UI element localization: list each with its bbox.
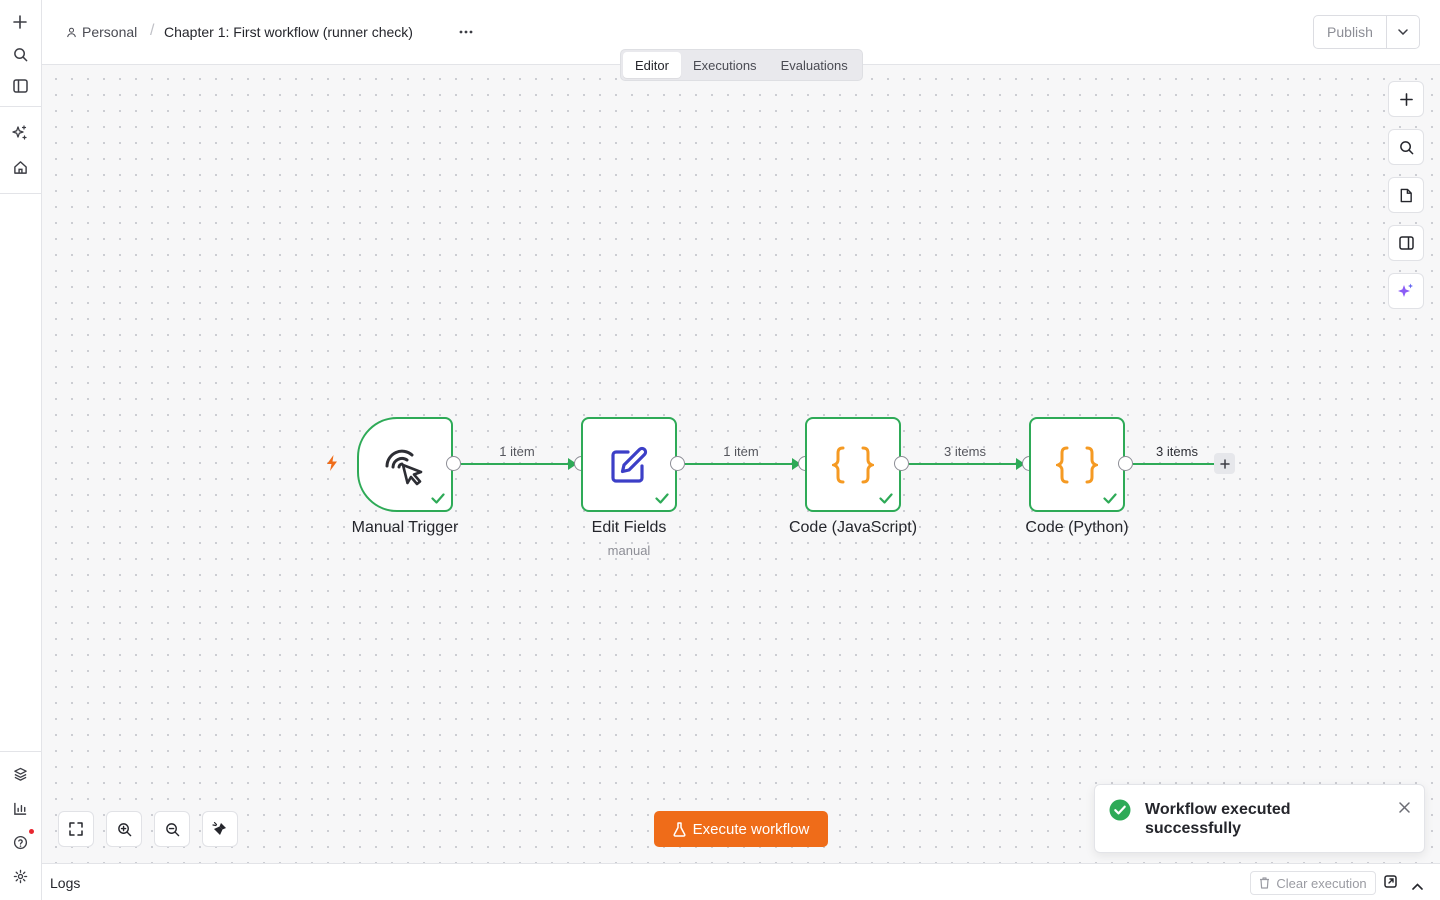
- add-node-button[interactable]: [1388, 81, 1424, 117]
- connection-line[interactable]: [909, 463, 1017, 465]
- chevron-down-icon: [1398, 29, 1408, 35]
- zoom-in-icon: [117, 822, 131, 836]
- connection-label: 1 item: [723, 444, 759, 459]
- workflow-title[interactable]: Chapter 1: First workflow (runner check): [164, 24, 413, 40]
- breadcrumb-separator: /: [150, 22, 155, 39]
- user-icon: [67, 27, 76, 37]
- tab-evaluations[interactable]: Evaluations: [769, 52, 860, 78]
- trigger-bolt-icon: [325, 454, 339, 477]
- code-braces-icon: [1056, 446, 1098, 483]
- toast-message: Workflow executed successfully: [1145, 801, 1291, 837]
- notification-dot: [29, 829, 34, 834]
- search-nodes-button[interactable]: [1388, 129, 1424, 165]
- publish-group: Publish: [1313, 15, 1420, 49]
- left-sidebar: [0, 0, 42, 900]
- output-port[interactable]: [894, 456, 909, 471]
- tab-executions[interactable]: Executions: [681, 52, 769, 78]
- connection-label: 3 items: [944, 444, 986, 459]
- clear-execution-button[interactable]: Clear execution: [1250, 871, 1376, 895]
- sticky-note-icon: [1400, 188, 1412, 202]
- sticky-note-button[interactable]: [1388, 177, 1424, 213]
- broom-icon: [212, 821, 226, 835]
- plus-icon: [1399, 92, 1413, 106]
- zoom-in-button[interactable]: [106, 811, 142, 847]
- help-icon[interactable]: [9, 831, 31, 853]
- tidy-up-button[interactable]: [202, 811, 238, 847]
- clear-execution-label: Clear execution: [1276, 875, 1367, 891]
- fullscreen-icon: [69, 822, 83, 836]
- publish-button[interactable]: Publish: [1314, 16, 1387, 48]
- sidebar-toggle-icon[interactable]: [9, 75, 31, 97]
- templates-icon[interactable]: [9, 763, 31, 785]
- ai-assistant-button[interactable]: [1388, 273, 1424, 309]
- cursor-click-icon: [385, 449, 423, 485]
- project-name: Personal: [82, 24, 138, 40]
- plus-icon: [1219, 458, 1230, 469]
- execute-workflow-button[interactable]: Execute workflow: [654, 811, 828, 847]
- chevron-up-icon[interactable]: [1412, 877, 1423, 895]
- connection-label: 3 items: [1156, 444, 1198, 459]
- view-tabs: Editor Executions Evaluations: [620, 49, 863, 81]
- search-icon[interactable]: [9, 43, 31, 65]
- node-label: Manual Trigger: [351, 519, 459, 536]
- workflow-canvas[interactable]: Manual Trigger 1 item Edit Fields manual…: [42, 65, 1440, 863]
- home-icon[interactable]: [9, 156, 31, 178]
- ai-sparkle-icon: [1398, 283, 1413, 297]
- node-manual-trigger[interactable]: [357, 417, 453, 512]
- panel-icon: [1398, 236, 1414, 250]
- logs-title: Logs: [50, 875, 81, 891]
- insights-chart-icon[interactable]: [9, 797, 31, 819]
- connection-line[interactable]: [685, 463, 793, 465]
- trash-icon: [1260, 877, 1270, 889]
- flask-icon: [673, 821, 686, 837]
- success-check-icon: [879, 493, 893, 504]
- code-braces-icon: [832, 446, 874, 483]
- ai-sparkle-icon[interactable]: [9, 122, 31, 144]
- search-icon: [1399, 140, 1413, 154]
- add-next-node-button[interactable]: [1214, 453, 1235, 474]
- fit-view-button[interactable]: [58, 811, 94, 847]
- success-check-icon: [1103, 493, 1117, 504]
- execute-workflow-label: Execute workflow: [692, 820, 810, 838]
- connection-line[interactable]: [461, 463, 569, 465]
- output-port[interactable]: [670, 456, 685, 471]
- zoom-out-icon: [165, 822, 179, 836]
- success-check-icon: [655, 493, 669, 504]
- node-code-javascript[interactable]: [805, 417, 901, 512]
- node-edit-fields[interactable]: [581, 417, 677, 512]
- pop-out-icon[interactable]: [1384, 875, 1397, 893]
- success-circle-icon: [1109, 799, 1131, 821]
- close-icon[interactable]: [1399, 802, 1410, 813]
- success-toast: Workflow executed successfully: [1094, 784, 1425, 853]
- output-port[interactable]: [446, 456, 461, 471]
- more-options-icon[interactable]: [454, 20, 478, 44]
- connection-line[interactable]: [1133, 463, 1214, 465]
- node-subtitle: manual: [607, 543, 651, 558]
- breadcrumb-project[interactable]: Personal: [66, 24, 137, 40]
- success-check-icon: [431, 493, 445, 504]
- node-code-python[interactable]: [1029, 417, 1125, 512]
- toggle-panel-button[interactable]: [1388, 225, 1424, 261]
- logs-panel-bar[interactable]: Logs Clear execution: [42, 863, 1440, 900]
- edit-pen-icon: [611, 446, 648, 483]
- node-label: Code (JavaScript): [788, 519, 918, 536]
- node-label: Edit Fields: [591, 519, 667, 536]
- add-icon[interactable]: [9, 11, 31, 33]
- connection-label: 1 item: [499, 444, 535, 459]
- settings-gear-icon[interactable]: [9, 865, 31, 887]
- node-label: Code (Python): [1025, 519, 1129, 536]
- tab-editor[interactable]: Editor: [623, 52, 681, 78]
- publish-dropdown-button[interactable]: [1387, 16, 1419, 48]
- zoom-out-button[interactable]: [154, 811, 190, 847]
